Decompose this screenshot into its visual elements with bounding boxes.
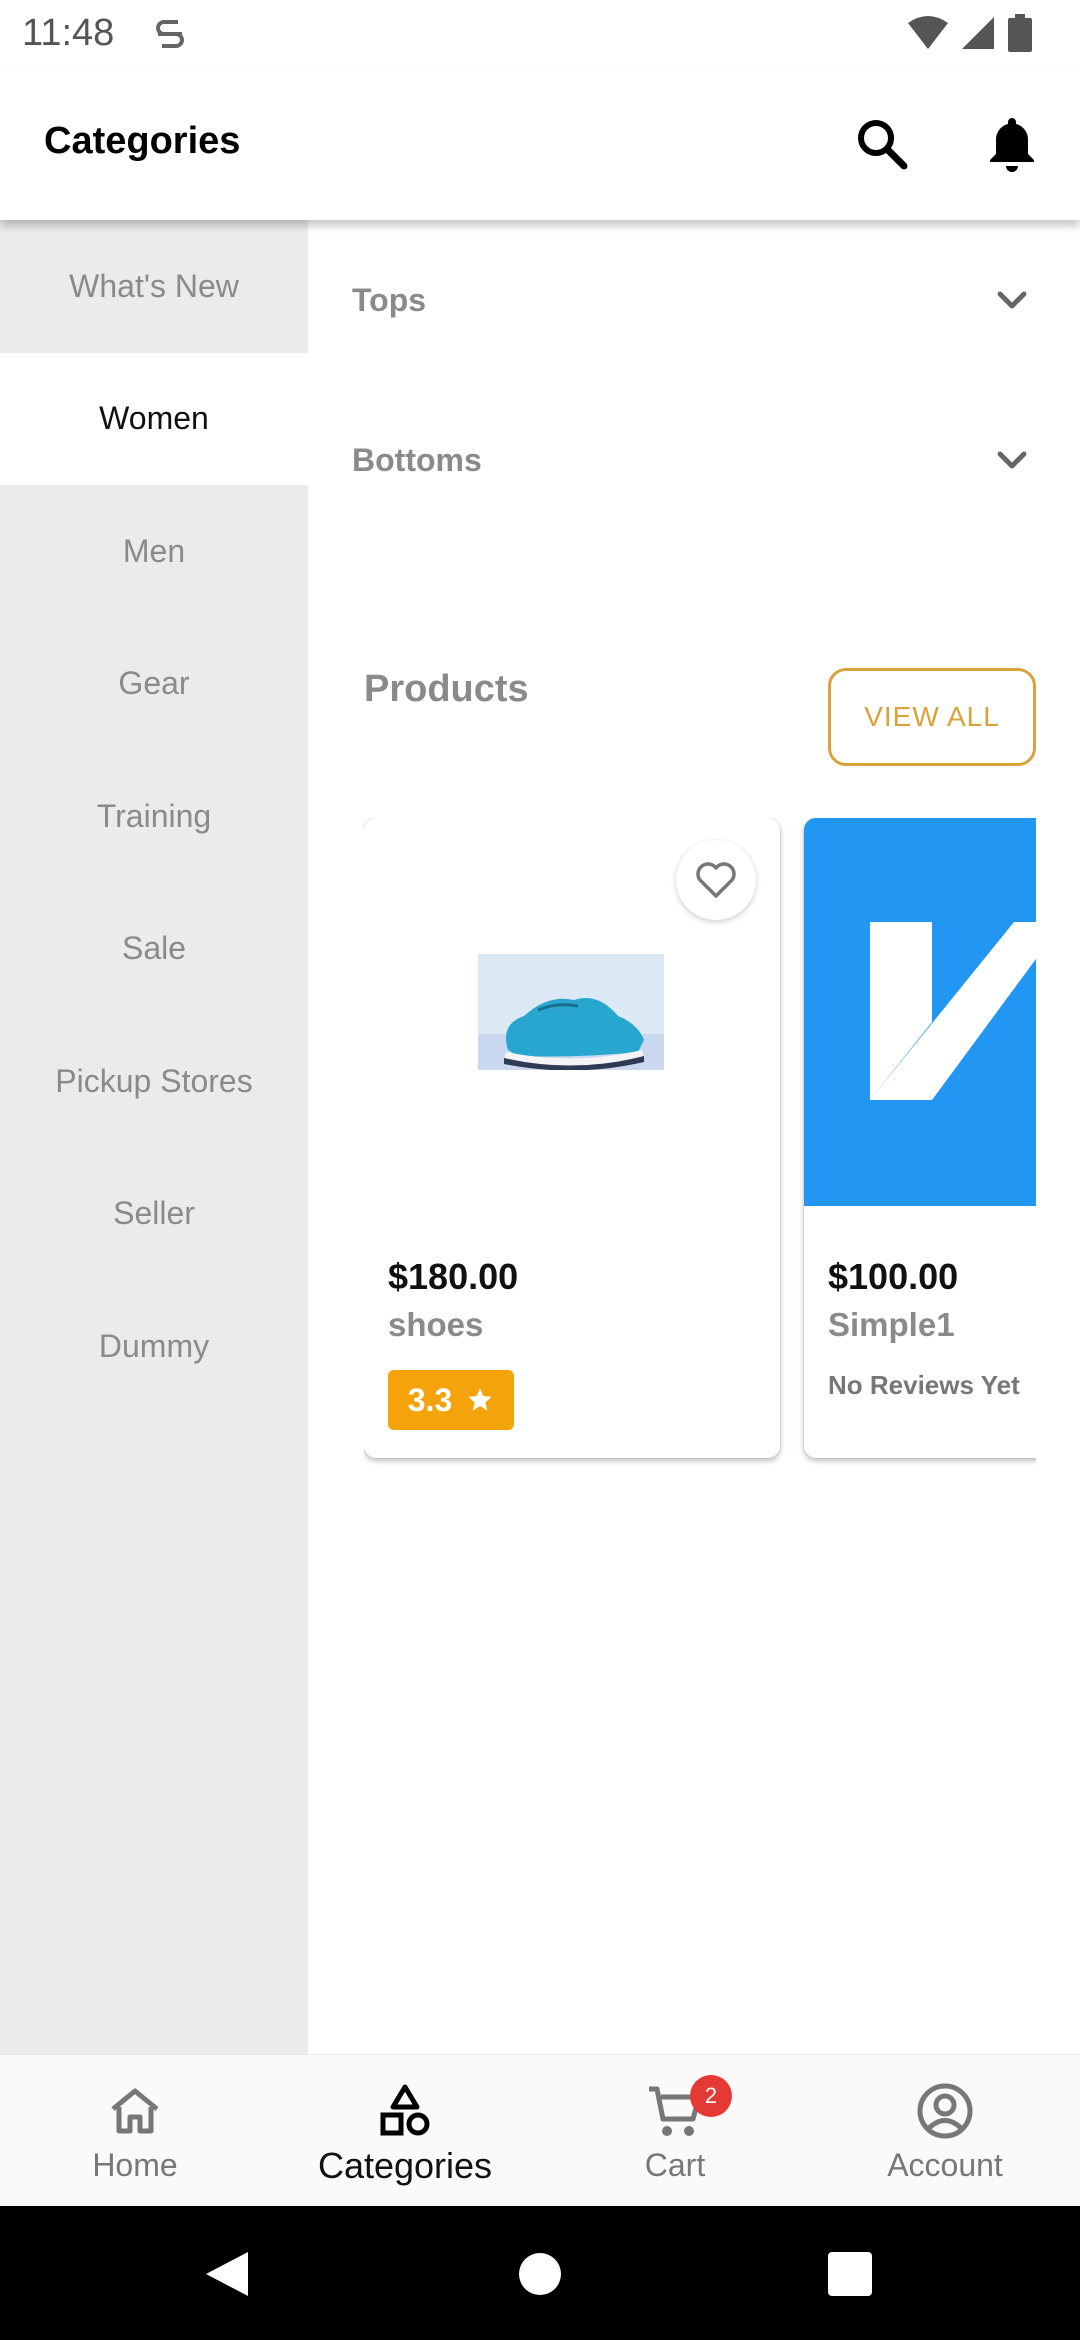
system-recents-icon[interactable] — [828, 2252, 872, 2296]
sidebar-item-label: What's New — [69, 267, 239, 304]
product-card-simple1[interactable]: $100.00 Simple1 No Reviews Yet — [804, 818, 1036, 1458]
product-name: shoes — [388, 1306, 484, 1343]
battery-icon — [1008, 14, 1032, 52]
product-card-shoes[interactable]: $180.00 shoes 3.3 — [364, 818, 780, 1458]
sidebar-item-label: Women — [99, 400, 209, 437]
subcategory-tops[interactable]: Tops — [352, 260, 1032, 340]
sidebar-item-sale[interactable]: Sale — [0, 883, 308, 1016]
product-price: $100.00 — [828, 1256, 959, 1297]
rating-value: 3.3 — [407, 1381, 453, 1418]
sidebar-item-label: Seller — [113, 1195, 195, 1232]
product-name: Simple1 — [828, 1306, 955, 1343]
chevron-down-icon — [997, 451, 1027, 469]
sidebar-item-label: Gear — [118, 665, 190, 702]
sidebar-item-gear[interactable]: Gear — [0, 618, 308, 751]
sidebar-item-dummy[interactable]: Dummy — [0, 1280, 308, 1413]
nav-label: Categories — [317, 2145, 493, 2186]
product-carousel[interactable]: $180.00 shoes 3.3 $100.00 Simple1 No Rev… — [364, 818, 1036, 1686]
sidebar-item-label: Dummy — [98, 1327, 210, 1364]
nav-label: Account — [887, 2147, 1003, 2183]
sync-s-icon — [156, 20, 184, 48]
search-icon[interactable] — [850, 112, 914, 176]
sidebar-item-label: Training — [96, 797, 212, 834]
category-sidebar: What's New Women Men Gear Training Sale … — [0, 220, 308, 2054]
system-back-icon[interactable] — [204, 2250, 250, 2298]
account-circle-icon — [917, 2083, 973, 2139]
sidebar-item-pickup-stores[interactable]: Pickup Stores — [0, 1015, 308, 1148]
wifi-icon — [908, 16, 948, 49]
nav-cart[interactable]: 2 Cart — [540, 2055, 810, 2206]
product-image-area — [364, 818, 780, 1206]
system-home-icon[interactable] — [518, 2252, 562, 2296]
sidebar-item-men[interactable]: Men — [0, 485, 308, 618]
sidebar-item-whats-new[interactable]: What's New — [0, 220, 308, 353]
rating-badge: 3.3 — [388, 1370, 514, 1430]
subcategory-label: Bottoms — [352, 441, 482, 478]
sidebar-item-women[interactable]: Women — [0, 352, 308, 485]
bottom-navigation: Home Categories 2 Cart Account — [0, 2054, 1080, 2206]
status-time: 11:48 — [22, 12, 115, 54]
sidebar-item-label: Pickup Stores — [55, 1062, 253, 1099]
shapes-categories-icon — [380, 2084, 430, 2136]
sidebar-item-label: Sale — [121, 930, 187, 967]
product-image-shoe — [478, 954, 664, 1070]
app-bar: Categories — [0, 70, 1080, 220]
subcategory-bottoms[interactable]: Bottoms — [352, 420, 1032, 500]
category-content: Tops Bottoms Products VIEW ALL $180.00 s… — [308, 220, 1080, 2054]
nav-home[interactable]: Home — [0, 2055, 270, 2206]
no-reviews-text: No Reviews Yet — [828, 1370, 1020, 1400]
nav-categories[interactable]: Categories — [270, 2055, 540, 2206]
home-icon — [111, 2088, 159, 2134]
sidebar-item-seller[interactable]: Seller — [0, 1148, 308, 1281]
nav-label: Cart — [644, 2147, 706, 2183]
status-bar: 11:48 — [0, 0, 1080, 70]
cellular-signal-icon — [962, 17, 994, 49]
sidebar-item-label: Men — [122, 532, 186, 569]
product-image-area — [804, 818, 1036, 1206]
product-price: $180.00 — [388, 1256, 519, 1297]
nav-label: Home — [92, 2147, 178, 2183]
nav-account[interactable]: Account — [810, 2055, 1080, 2206]
sidebar-item-training[interactable]: Training — [0, 750, 308, 883]
subcategory-label: Tops — [352, 281, 427, 318]
products-heading: Products — [364, 668, 529, 710]
cart-count-badge: 2 — [690, 2075, 732, 2117]
heart-outline-icon — [696, 862, 736, 898]
page-title: Categories — [44, 120, 241, 162]
view-all-button[interactable]: VIEW ALL — [828, 668, 1036, 766]
system-navigation-bar — [0, 2206, 1080, 2340]
product-image-placeholder-logo — [870, 922, 1036, 1100]
favorite-button[interactable] — [676, 840, 756, 920]
notification-bell-icon[interactable] — [980, 112, 1044, 176]
chevron-down-icon — [997, 291, 1027, 309]
star-icon — [468, 1388, 492, 1411]
